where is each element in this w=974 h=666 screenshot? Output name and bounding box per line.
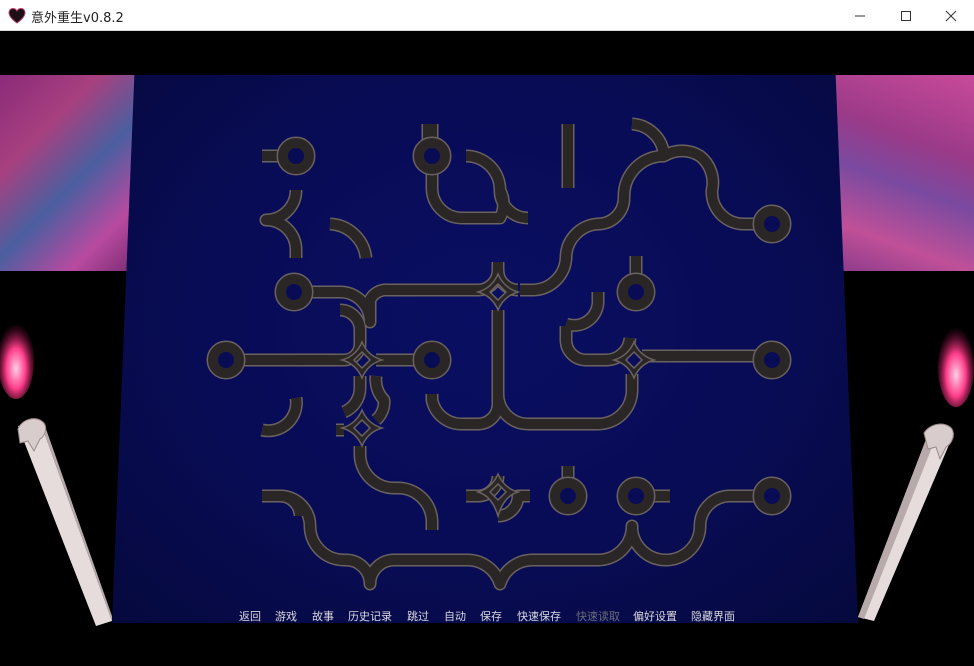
game-viewport[interactable]: .p{fill:none;stroke:#6a6260;stroke-width… xyxy=(0,31,974,666)
maximize-icon xyxy=(901,10,911,21)
minimize-button[interactable] xyxy=(837,0,883,31)
minimize-icon xyxy=(855,15,865,16)
menu-game[interactable]: 游戏 xyxy=(275,608,297,624)
menu-skip[interactable]: 跳过 xyxy=(407,608,429,624)
menu-quick-load: 快速读取 xyxy=(576,610,620,623)
title-bar: 意外重生v0.8.2 xyxy=(0,0,974,31)
heart-icon xyxy=(8,7,26,24)
window-title: 意外重生v0.8.2 xyxy=(31,11,124,26)
menu-auto[interactable]: 自动 xyxy=(444,608,466,624)
close-icon xyxy=(945,10,957,21)
menu-quick-save[interactable]: 快速保存 xyxy=(517,608,561,624)
quick-menu: 返回 游戏 故事 历史记录 跳过 自动 保存 快速保存 快速读取 偏好设置 隐藏… xyxy=(0,608,974,628)
menu-hide-ui[interactable]: 隐藏界面 xyxy=(691,608,735,624)
pipe-puzzle[interactable]: .p{fill:none;stroke:#6a6260;stroke-width… xyxy=(0,31,974,666)
maximize-button[interactable] xyxy=(883,0,929,31)
close-button[interactable] xyxy=(928,0,974,31)
menu-back[interactable]: 返回 xyxy=(239,608,261,624)
menu-preferences[interactable]: 偏好设置 xyxy=(633,608,677,624)
menu-story[interactable]: 故事 xyxy=(312,608,334,624)
menu-history[interactable]: 历史记录 xyxy=(348,608,392,624)
menu-save[interactable]: 保存 xyxy=(480,608,502,624)
